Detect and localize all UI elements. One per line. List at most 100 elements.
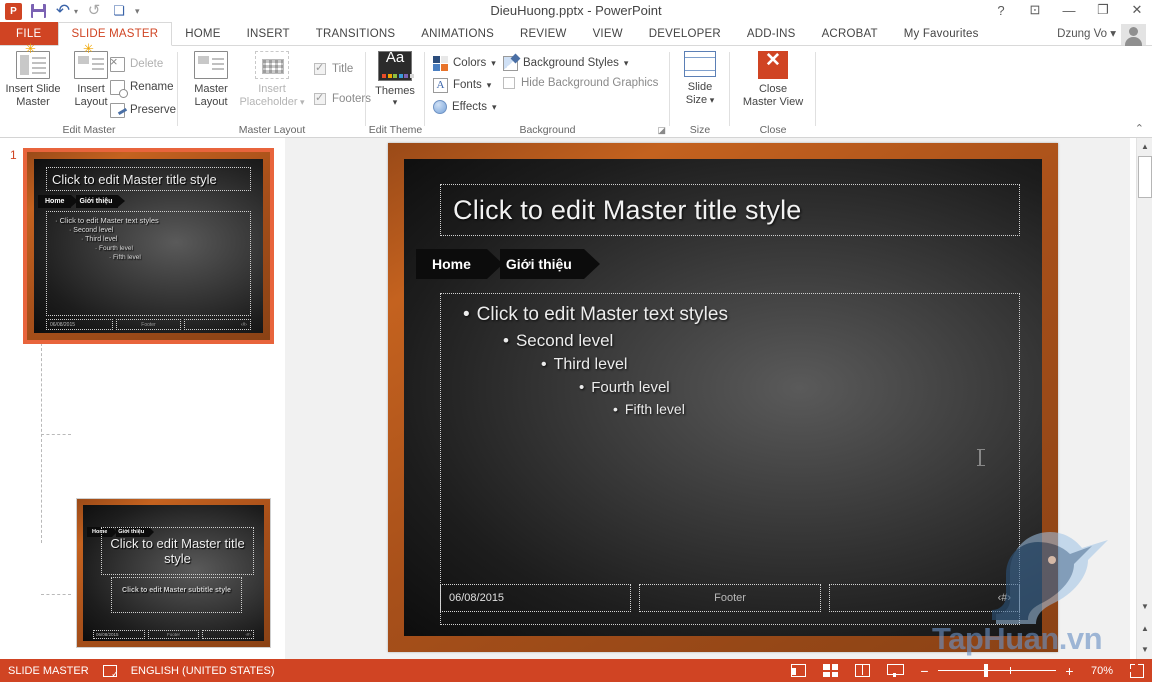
tab-developer[interactable]: DEVELOPER bbox=[636, 22, 734, 45]
previous-slide-button[interactable]: ▲ bbox=[1137, 620, 1152, 636]
group-label-close: Close bbox=[759, 124, 787, 136]
body-level-1: • Click to edit Master text styles bbox=[463, 304, 728, 325]
insert-layout-icon: ✳ bbox=[74, 42, 108, 79]
normal-view-button[interactable] bbox=[791, 664, 806, 677]
tab-add-ins[interactable]: ADD-INS bbox=[734, 22, 809, 45]
restore-button[interactable]: ❐ bbox=[1094, 2, 1112, 18]
ribbon-group-size: Slide Size ▾ Size bbox=[670, 46, 730, 138]
zoom-control[interactable]: − + 70% bbox=[919, 663, 1113, 679]
minimize-button[interactable]: — bbox=[1060, 3, 1078, 18]
tab-transitions[interactable]: TRANSITIONS bbox=[303, 22, 409, 45]
slide-sorter-view-button[interactable] bbox=[823, 664, 838, 677]
language-label[interactable]: ENGLISH (UNITED STATES) bbox=[131, 665, 275, 677]
slide-number-placeholder[interactable]: ‹#› bbox=[829, 584, 1021, 612]
slide-show-button[interactable] bbox=[887, 664, 904, 677]
chevron-down-icon: ▾ bbox=[486, 79, 492, 90]
breadcrumb: Home Giới thiệu bbox=[416, 249, 600, 279]
background-styles-button[interactable]: Background Styles ▾ bbox=[503, 54, 628, 72]
tab-home[interactable]: HOME bbox=[172, 22, 233, 45]
slide-size-button[interactable]: Slide Size ▾ bbox=[671, 51, 729, 106]
tab-animations[interactable]: ANIMATIONS bbox=[408, 22, 507, 45]
title-placeholder[interactable]: Click to edit Master title style bbox=[440, 184, 1020, 236]
group-label-size: Size bbox=[689, 124, 711, 136]
hide-background-graphics-checkbox[interactable]: Hide Background Graphics bbox=[503, 77, 658, 89]
ribbon-group-background: Colors ▾ A Fonts ▾ Effects ▾ Background … bbox=[425, 46, 670, 138]
status-bar: SLIDE MASTER ENGLISH (UNITED STATES) − +… bbox=[0, 659, 1152, 682]
tab-view[interactable]: VIEW bbox=[580, 22, 636, 45]
zoom-level-label[interactable]: 70% bbox=[1083, 665, 1113, 677]
tab-my-favourites[interactable]: My Favourites bbox=[891, 22, 992, 45]
zoom-slider-thumb[interactable] bbox=[984, 663, 988, 677]
close-button[interactable]: ✕ bbox=[1128, 2, 1146, 18]
reading-view-button[interactable] bbox=[855, 664, 870, 677]
main-slide[interactable]: Click to edit Master title style Home Gi… bbox=[388, 143, 1058, 652]
colors-button[interactable]: Colors ▾ bbox=[433, 54, 496, 72]
thumb-title: Click to edit Master title style bbox=[110, 536, 245, 566]
zoom-slider[interactable] bbox=[938, 663, 1056, 677]
thumbnail-slide-master[interactable]: Click to edit Master title style Home Gi… bbox=[23, 148, 274, 344]
help-icon[interactable]: ? bbox=[992, 3, 1010, 18]
chevron-down-icon: ▾ bbox=[491, 57, 496, 68]
tab-acrobat[interactable]: ACROBAT bbox=[809, 22, 891, 45]
slide-thumbnail-pane[interactable]: 1 Click to edit Master title style Home … bbox=[0, 138, 285, 659]
footers-checkbox[interactable]: Footers bbox=[314, 91, 371, 105]
effects-button[interactable]: Effects ▾ bbox=[433, 98, 496, 116]
footer-placeholder[interactable]: Footer bbox=[638, 584, 822, 612]
avatar[interactable] bbox=[1121, 24, 1146, 47]
insert-slide-master-button[interactable]: ✳ Insert Slide Master bbox=[4, 42, 62, 108]
fit-to-window-button[interactable] bbox=[1130, 663, 1144, 678]
thumb-title: Click to edit Master title style bbox=[52, 171, 217, 187]
title-checkbox[interactable]: Title bbox=[314, 61, 353, 75]
master-layout-button[interactable]: Master Layout bbox=[182, 51, 240, 108]
insert-placeholder-button[interactable]: Insert Placeholder ▾ bbox=[236, 51, 308, 108]
zoom-in-button[interactable]: + bbox=[1064, 663, 1075, 679]
background-styles-icon bbox=[503, 55, 518, 71]
thumbnail-layout-title[interactable]: Home Giới thiệu Click to edit Master tit… bbox=[76, 498, 271, 648]
scroll-up-button[interactable]: ▲ bbox=[1137, 138, 1152, 154]
spellcheck-icon[interactable] bbox=[102, 664, 119, 680]
ribbon-display-options-icon[interactable]: ⊡ bbox=[1026, 2, 1044, 18]
tab-review[interactable]: REVIEW bbox=[507, 22, 580, 45]
body-level-2: • Second level bbox=[503, 331, 614, 350]
zoom-out-button[interactable]: − bbox=[919, 663, 930, 679]
insert-placeholder-icon bbox=[255, 51, 289, 79]
title-bar: P ↶ ▾ ↺ ❏ ▾ DieuHuong.pptx - PowerPoint … bbox=[0, 0, 1152, 22]
tab-insert[interactable]: INSERT bbox=[234, 22, 303, 45]
date-placeholder[interactable]: 06/08/2015 bbox=[440, 584, 631, 612]
slide-size-icon bbox=[684, 51, 716, 77]
ribbon-group-edit-theme: Aa Themes ▾ Edit Theme bbox=[366, 46, 425, 138]
scrollbar-thumb[interactable] bbox=[1138, 156, 1152, 198]
group-label-background: Background bbox=[519, 124, 576, 136]
preserve-master-button[interactable]: Preserve bbox=[110, 101, 176, 119]
background-dialog-launcher[interactable]: ◪ bbox=[657, 125, 666, 136]
thumb-subtitle: Click to edit Master subtitle style bbox=[122, 587, 231, 594]
ribbon-tab-row: FILE SLIDE MASTER HOME INSERT TRANSITION… bbox=[0, 22, 1152, 46]
scroll-down-button[interactable]: ▼ bbox=[1137, 598, 1152, 614]
delete-master-button[interactable]: Delete bbox=[110, 54, 163, 73]
collapse-ribbon-button[interactable]: ⌃ bbox=[1135, 122, 1144, 135]
account-caret-icon: ▾ bbox=[1110, 28, 1116, 40]
fonts-icon: A bbox=[433, 77, 448, 93]
fonts-button[interactable]: A Fonts ▾ bbox=[433, 76, 491, 94]
effects-icon bbox=[433, 100, 447, 114]
breadcrumb-home: Home bbox=[416, 249, 487, 279]
themes-button[interactable]: Aa Themes ▾ bbox=[366, 50, 424, 106]
close-master-view-button[interactable]: ✕ Close Master View bbox=[736, 51, 810, 108]
window-controls: ? ⊡ — ❐ ✕ bbox=[992, 2, 1146, 18]
chevron-down-icon: ▾ bbox=[491, 101, 497, 112]
body-placeholder[interactable]: • Click to edit Master text styles • Secon… bbox=[440, 293, 1020, 625]
title-text: Click to edit Master title style bbox=[453, 194, 802, 225]
slide-editing-area[interactable]: Click to edit Master title style Home Gi… bbox=[285, 138, 1130, 659]
text-cursor bbox=[977, 449, 985, 466]
delete-icon bbox=[110, 54, 125, 72]
chevron-down-icon: ▾ bbox=[623, 57, 629, 68]
group-label-edit-master: Edit Master bbox=[62, 124, 116, 136]
document-title: DieuHuong.pptx - PowerPoint bbox=[490, 3, 662, 18]
tab-slide-master[interactable]: SLIDE MASTER bbox=[57, 22, 173, 46]
themes-icon: Aa bbox=[378, 50, 414, 81]
account-name[interactable]: Dzung Vo ▾ bbox=[1057, 26, 1116, 40]
rename-master-button[interactable]: Rename bbox=[110, 78, 173, 98]
rename-icon bbox=[110, 79, 128, 98]
next-slide-button[interactable]: ▼ bbox=[1137, 641, 1152, 657]
slide-area-scrollbar[interactable]: ▲ ▼ ▲ ▼ bbox=[1136, 138, 1152, 659]
